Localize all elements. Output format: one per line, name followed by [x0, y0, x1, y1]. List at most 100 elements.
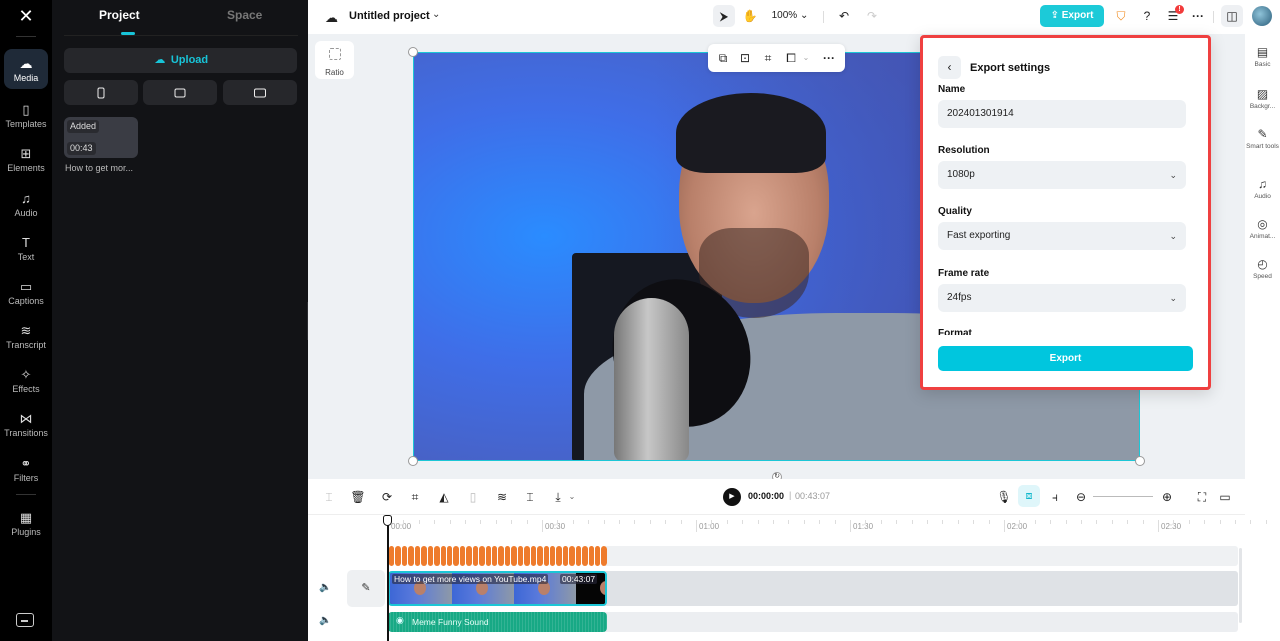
property-tab-animat[interactable]: ◎ Animat...: [1245, 216, 1280, 241]
comment-icon[interactable]: ▭: [1217, 489, 1233, 505]
playhead[interactable]: [387, 515, 389, 641]
select-tool-button[interactable]: ⮞: [713, 5, 735, 27]
audio-track-volume-icon[interactable]: 🔈: [319, 615, 331, 626]
crop-icon[interactable]: ⌗: [760, 50, 776, 66]
transcript-icon[interactable]: ≋: [494, 489, 510, 505]
video-track-volume-icon[interactable]: 🔈: [319, 582, 331, 593]
resize-handle-bottom-right[interactable]: [1135, 456, 1145, 466]
picture-in-picture-icon[interactable]: ⧠: [783, 50, 799, 66]
user-avatar[interactable]: [1252, 6, 1272, 26]
resize-handle-bottom-left[interactable]: [408, 456, 418, 466]
fit-timeline-icon[interactable]: ⛶: [1194, 489, 1210, 505]
rail-item-audio[interactable]: ♫ Audio: [4, 184, 48, 224]
ruler-minor-tick: [711, 520, 713, 524]
zoom-out-icon[interactable]: ⊖: [1073, 489, 1089, 505]
project-title[interactable]: Untitled project: [349, 10, 430, 22]
back-button[interactable]: ‹: [938, 56, 961, 79]
quality-select[interactable]: Fast exporting ⌄: [938, 222, 1186, 250]
sticker-frame: [549, 546, 556, 566]
phone-upload-button[interactable]: [64, 80, 138, 105]
edit-cover-button[interactable]: ✎: [347, 570, 385, 607]
auto-snap-toggle[interactable]: ⧈: [1018, 485, 1040, 507]
rail-item-transitions[interactable]: ⋈ Transitions: [4, 404, 48, 444]
extract-split-icon[interactable]: ⌶: [522, 489, 538, 505]
more-options-button[interactable]: ···: [1188, 5, 1208, 27]
rail-item-text[interactable]: T Text: [4, 228, 48, 268]
audio-clip[interactable]: ◉ Meme Funny Sound: [388, 612, 607, 632]
export-confirm-button[interactable]: Export: [938, 346, 1193, 371]
rail-item-label: Templates: [5, 119, 47, 129]
property-tab-backgr[interactable]: ▨ Backgr...: [1245, 86, 1280, 111]
camera-record-button[interactable]: [143, 80, 217, 105]
export-settings-title: Export settings: [970, 62, 1051, 74]
capcut-logo-icon[interactable]: ✕: [14, 6, 38, 26]
hand-tool-button[interactable]: ✋: [739, 5, 761, 27]
property-tab-smart-tools[interactable]: ✎ Smart tools: [1245, 126, 1280, 151]
ruler-minor-tick: [911, 520, 913, 524]
zoom-in-icon[interactable]: ⊕: [1159, 489, 1175, 505]
shield-button[interactable]: ⛉: [1111, 5, 1131, 27]
freeze-frame-icon[interactable]: ▯: [465, 489, 481, 505]
delete-trash-icon[interactable]: 🗑: [350, 489, 366, 505]
keyboard-shortcuts-icon[interactable]: [16, 613, 34, 627]
zoom-level-dropdown[interactable]: 100% ⌄: [769, 5, 811, 27]
rail-item-templates[interactable]: ▯ Templates: [4, 95, 48, 135]
rail-item-filters[interactable]: ⚭ Filters: [4, 449, 48, 489]
ratio-button[interactable]: Ratio: [315, 41, 354, 79]
mirror-flip-icon[interactable]: ◭: [436, 489, 452, 505]
crop-icon[interactable]: ⌗: [407, 489, 423, 505]
redo-button[interactable]: ↷: [861, 5, 883, 27]
export-button-top[interactable]: ⇪ Export: [1040, 5, 1104, 27]
timeline-zoom-slider[interactable]: [1093, 496, 1153, 497]
chevron-down-icon[interactable]: ⌄: [564, 489, 580, 505]
divider: [1213, 11, 1214, 23]
sticker-frame: [421, 546, 427, 566]
rail-item-media[interactable]: ☁ Media: [4, 49, 48, 89]
rail-item-plugins[interactable]: ▦ Plugins: [4, 503, 48, 543]
replay-icon[interactable]: ⟳: [379, 489, 395, 505]
replace-image-icon[interactable]: ⧉: [715, 50, 731, 66]
property-tab-audio[interactable]: ♫ Audio: [1245, 176, 1280, 201]
frame-rate-select[interactable]: 24fps ⌄: [938, 284, 1186, 312]
media-panel: Project Space ☁ Upload Added 00:43 How to…: [52, 0, 308, 641]
property-tab-label: Smart tools: [1246, 143, 1279, 150]
resolution-select[interactable]: 1080p ⌄: [938, 161, 1186, 189]
cloud-upload-icon: ☁: [154, 54, 166, 66]
screen-record-button[interactable]: [223, 80, 297, 105]
tab-project[interactable]: Project: [99, 8, 140, 22]
ruler-minor-tick: [1111, 520, 1113, 524]
more-dots-icon[interactable]: ···: [821, 50, 837, 66]
media-item-thumbnail[interactable]: Added 00:43: [64, 117, 138, 158]
redo-icon: ↷: [866, 9, 878, 23]
property-tab-basic[interactable]: ▤ Basic: [1245, 44, 1280, 69]
split-link-icon[interactable]: ⫞: [1047, 489, 1063, 505]
undo-button[interactable]: ↶: [833, 5, 855, 27]
split-icon[interactable]: ⌶: [321, 489, 337, 505]
property-tab-speed[interactable]: ◴ Speed: [1245, 256, 1280, 281]
rail-item-effects[interactable]: ✧ Effects: [4, 360, 48, 400]
current-timecode: 00:00:00: [748, 491, 785, 501]
ruler-minor-tick: [1265, 520, 1267, 524]
play-button[interactable]: ▶: [723, 488, 741, 506]
help-button[interactable]: ?: [1137, 5, 1157, 27]
rail-item-transcript[interactable]: ≋ Transcript: [4, 316, 48, 356]
ruler-minor-tick: [957, 520, 959, 524]
resize-handle-top-left[interactable]: [408, 47, 418, 57]
sticker-frame: [389, 546, 395, 566]
sticker-clip[interactable]: [388, 546, 607, 566]
tab-space[interactable]: Space: [227, 8, 262, 22]
rail-item-elements[interactable]: ⊞ Elements: [4, 139, 48, 179]
layout-toggle-button[interactable]: ◫: [1221, 5, 1243, 27]
name-input[interactable]: 202401301914: [938, 100, 1186, 128]
video-clip[interactable]: How to get more views on YouTube.mp4 00:…: [388, 571, 607, 606]
fit-frame-icon[interactable]: ⊡: [737, 50, 753, 66]
cloud-sync-icon[interactable]: ☁: [325, 10, 338, 26]
rail-item-captions[interactable]: ▭ Captions: [4, 272, 48, 312]
split-panel-icon: ◫: [1226, 9, 1238, 23]
upload-button[interactable]: ☁ Upload: [64, 48, 297, 73]
chevron-down-icon[interactable]: ⌄: [798, 50, 814, 66]
microphone-icon[interactable]: 🎙: [996, 489, 1012, 505]
playhead-handle[interactable]: [383, 515, 392, 526]
chevron-down-icon[interactable]: ⌄: [432, 9, 440, 20]
timeline-vertical-scrollbar[interactable]: [1239, 548, 1242, 623]
